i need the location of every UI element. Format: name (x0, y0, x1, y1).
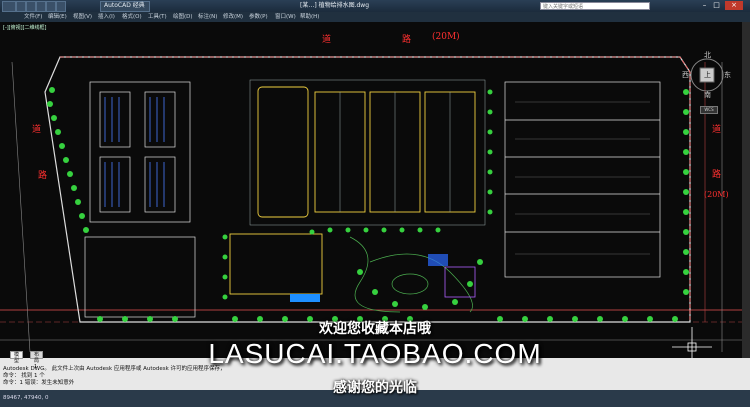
menu-format[interactable]: 格式(O) (122, 13, 142, 21)
qat-new-icon[interactable] (16, 1, 26, 12)
road-label-left: 道 (32, 125, 42, 135)
menu-modify[interactable]: 修改(M) (223, 13, 243, 21)
menu-dimension[interactable]: 标注(N) (198, 13, 217, 21)
compass-east[interactable]: 东 (724, 70, 731, 80)
road-label-right: 路 (712, 170, 722, 180)
menu-window[interactable]: 窗口(W) (275, 13, 296, 21)
road-width-label-right: (20M) (704, 190, 729, 199)
road-label-left: 路 (38, 171, 48, 181)
menu-tools[interactable]: 工具(T) (148, 13, 167, 21)
menu-parametric[interactable]: 参数(P) (249, 13, 268, 21)
menu-edit[interactable]: 编辑(E) (48, 13, 67, 21)
menu-insert[interactable]: 插入(I) (98, 13, 115, 21)
workspace-tab[interactable]: AutoCAD 经典 (100, 1, 150, 12)
site-plan-drawing (0, 56, 742, 353)
qat-save-icon[interactable] (36, 1, 46, 12)
compass-north[interactable]: 北 (704, 50, 711, 60)
road-label-top: 路 (402, 35, 412, 45)
qat-undo-icon[interactable] (46, 1, 56, 12)
menu-file[interactable]: 文件(F) (24, 13, 42, 21)
vertical-scrollbar[interactable] (742, 22, 750, 358)
menu-view[interactable]: 视图(V) (73, 13, 92, 21)
qat-redo-icon[interactable] (56, 1, 66, 12)
compass-south[interactable]: 南 (704, 90, 711, 100)
drawing-canvas[interactable]: [-][俯视][二维线框] 道 路 (20M) 道 路 道 路 (20M) 北 … (0, 22, 742, 358)
title-bar: AutoCAD 经典 [某…] 植物给排水图.dwg 键入关键字或短语 – □ … (0, 0, 750, 12)
minimize-button[interactable]: – (700, 1, 709, 10)
road-label-top: 道 (322, 35, 332, 45)
menu-draw[interactable]: 绘图(D) (173, 13, 193, 21)
watermark-line-3: 感谢您的光临 (333, 380, 417, 396)
window-title: [某…] 植物给排水图.dwg (300, 2, 370, 9)
close-button[interactable]: × (725, 1, 743, 10)
menu-help[interactable]: 帮助(H) (300, 13, 319, 21)
wcs-menu-button[interactable]: WCS (700, 106, 718, 114)
qat-open-icon[interactable] (26, 1, 36, 12)
viewcube[interactable]: 北 南 东 西 上 (682, 50, 731, 100)
watermark-url: LASUCAI.TAOBAO.COM (208, 338, 542, 369)
search-input[interactable]: 键入关键字或短语 (540, 2, 650, 10)
watermark-line-1: 欢迎您收藏本店哦 (319, 321, 431, 337)
compass-west[interactable]: 西 (682, 70, 689, 80)
workspace-label: AutoCAD 经典 (104, 2, 145, 9)
road-width-label-top: (20M) (432, 32, 460, 42)
road-label-right: 道 (712, 125, 722, 135)
maximize-button[interactable]: □ (712, 1, 721, 10)
app-menu-button[interactable] (2, 1, 16, 12)
viewcube-face[interactable]: 上 (704, 70, 711, 80)
